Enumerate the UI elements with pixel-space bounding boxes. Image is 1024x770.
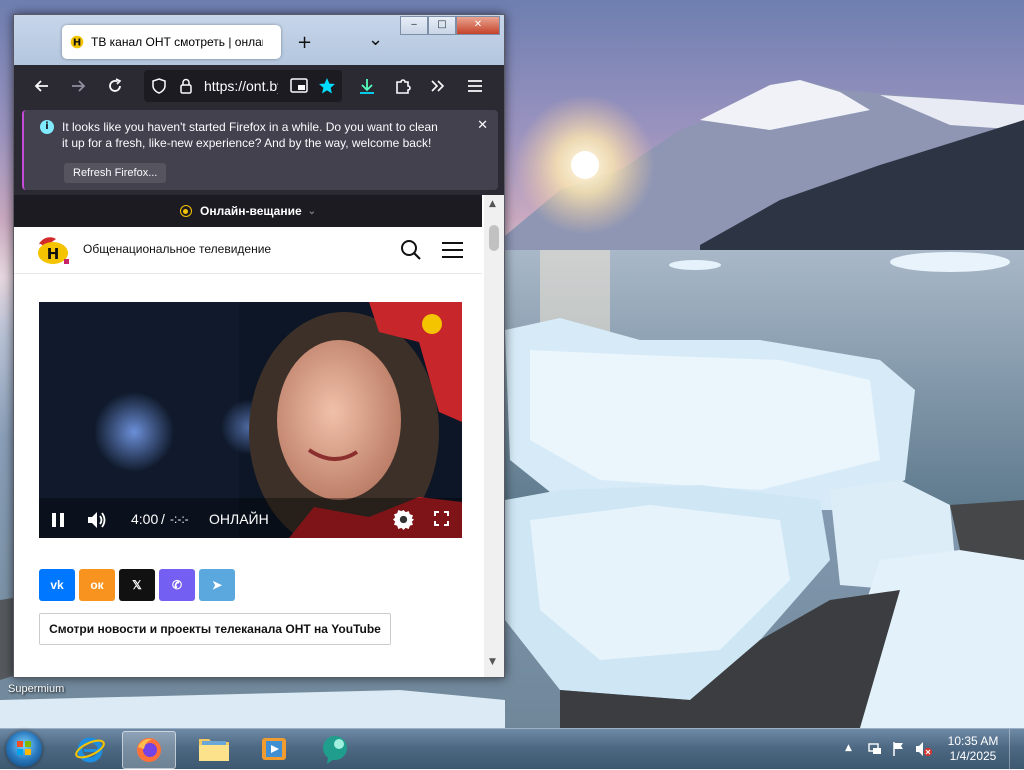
hamburger-menu-icon[interactable] bbox=[465, 76, 485, 96]
taskbar-media-player[interactable] bbox=[248, 731, 300, 767]
extensions-puzzle-icon[interactable] bbox=[393, 76, 413, 96]
live-indicator-icon bbox=[179, 205, 192, 217]
live-status: ОНЛАЙН bbox=[209, 511, 269, 527]
youtube-link-button[interactable]: Смотри новости и проекты телеканала ОНТ … bbox=[39, 613, 391, 645]
share-telegram-button[interactable]: ➤ bbox=[199, 569, 235, 601]
ont-favicon-icon: Н bbox=[70, 35, 84, 49]
windows-logo-icon bbox=[17, 741, 31, 755]
close-window-button[interactable]: ✕ bbox=[456, 16, 500, 35]
url-text[interactable]: https://ont.by bbox=[204, 78, 278, 94]
picture-in-picture-icon[interactable] bbox=[290, 78, 308, 94]
taskbar-firefox[interactable] bbox=[122, 731, 176, 769]
refresh-notification: i It looks like you haven't started Fire… bbox=[22, 110, 498, 190]
tab-ont[interactable]: Н ТВ канал ОНТ смотреть | онлайн bbox=[62, 25, 281, 59]
maximize-button[interactable]: □ bbox=[428, 16, 456, 35]
duration: -:-:- bbox=[170, 512, 189, 526]
settings-gear-icon[interactable] bbox=[393, 509, 414, 530]
back-arrow-icon[interactable] bbox=[32, 76, 52, 96]
clock-date: 1/4/2025 bbox=[949, 749, 997, 763]
share-viber-button[interactable]: ✆ bbox=[159, 569, 195, 601]
nav-toolbar: https://ont.by bbox=[14, 65, 504, 107]
share-buttons: vk ок 𝕏 ✆ ➤ bbox=[39, 569, 235, 601]
network-icon[interactable] bbox=[867, 741, 883, 757]
x-icon: 𝕏 bbox=[132, 578, 142, 592]
internet-explorer-icon bbox=[75, 737, 105, 763]
title-bar[interactable]: ‒ □ ✕ Н ТВ канал ОНТ смотреть | онлайн +… bbox=[14, 15, 504, 65]
system-clock[interactable]: 10:35 AM 1/4/2025 bbox=[945, 734, 1001, 764]
close-notification-icon[interactable]: ✕ bbox=[477, 118, 488, 133]
scroll-thumb[interactable] bbox=[489, 225, 499, 251]
time-separator: / bbox=[161, 511, 165, 527]
start-button[interactable] bbox=[6, 731, 42, 767]
refresh-firefox-button[interactable]: Refresh Firefox... bbox=[64, 163, 167, 183]
notification-area: i It looks like you haven't started Fire… bbox=[14, 107, 504, 195]
action-center-flag-icon[interactable] bbox=[892, 741, 906, 757]
page-scrollbar[interactable]: ▲ ▼ bbox=[484, 195, 504, 677]
forward-arrow-icon[interactable] bbox=[68, 76, 88, 96]
url-bar[interactable]: https://ont.by bbox=[144, 70, 342, 102]
telegram-icon: ➤ bbox=[211, 578, 223, 592]
scroll-down-icon[interactable]: ▼ bbox=[489, 657, 496, 667]
folder-icon bbox=[199, 739, 229, 761]
fullscreen-icon[interactable] bbox=[434, 511, 449, 526]
chevron-down-icon: ⌄ bbox=[307, 205, 317, 217]
share-vk-button[interactable]: vk bbox=[39, 569, 75, 601]
tab-list-button[interactable]: ⌄ bbox=[368, 29, 383, 50]
firefox-window: ‒ □ ✕ Н ТВ канал ОНТ смотреть | онлайн +… bbox=[13, 14, 505, 678]
taskbar-file-explorer[interactable] bbox=[188, 731, 240, 767]
volume-muted-icon[interactable] bbox=[915, 741, 933, 757]
volume-icon[interactable] bbox=[86, 510, 108, 530]
clock-time: 10:35 AM bbox=[947, 734, 999, 748]
info-icon: i bbox=[40, 120, 54, 134]
minimize-button[interactable]: ‒ bbox=[400, 16, 428, 35]
tray-overflow-arrow-icon[interactable]: ▲ bbox=[845, 743, 852, 753]
svg-text:Н: Н bbox=[73, 38, 81, 49]
viber-icon: ✆ bbox=[171, 578, 183, 592]
search-icon[interactable] bbox=[400, 239, 422, 261]
taskbar-messenger-app[interactable] bbox=[310, 731, 362, 767]
lock-icon[interactable] bbox=[178, 77, 194, 95]
tracking-shield-icon[interactable] bbox=[150, 77, 168, 95]
scroll-up-icon[interactable]: ▲ bbox=[489, 199, 496, 209]
site-name: Общенациональное телевидение bbox=[83, 242, 272, 256]
current-time: 4:00 bbox=[131, 511, 159, 527]
overflow-chevrons-icon[interactable] bbox=[428, 76, 448, 96]
pause-icon[interactable] bbox=[51, 512, 65, 528]
bookmark-star-icon[interactable] bbox=[318, 77, 336, 95]
notification-message: It looks like you haven't started Firefo… bbox=[62, 120, 438, 150]
downloads-icon[interactable] bbox=[357, 76, 377, 96]
new-tab-button[interactable]: + bbox=[297, 32, 312, 53]
reload-icon[interactable] bbox=[105, 76, 125, 96]
window-controls: ‒ □ ✕ bbox=[400, 16, 500, 35]
firefox-icon bbox=[137, 738, 161, 762]
menu-icon[interactable] bbox=[441, 240, 464, 260]
svg-text:Н: Н bbox=[47, 245, 60, 263]
show-desktop-button[interactable] bbox=[1009, 729, 1024, 769]
share-ok-button[interactable]: ок bbox=[79, 569, 115, 601]
video-controls: 4:00 / -:-:- ОНЛАЙН bbox=[39, 498, 462, 538]
media-player-icon bbox=[262, 738, 286, 760]
tab-title: ТВ канал ОНТ смотреть | онлайн bbox=[91, 35, 263, 49]
taskbar-internet-explorer[interactable] bbox=[64, 731, 116, 767]
taskbar: ▲ 10:35 AM 1/4/2025 bbox=[0, 728, 1024, 769]
video-player[interactable]: 4:00 / -:-:- ОНЛАЙН bbox=[39, 302, 462, 538]
vk-icon: vk bbox=[50, 578, 64, 592]
desktop-icon-supermium[interactable]: Supermium bbox=[8, 683, 64, 695]
web-page: Онлайн-вещание ⌄ Н Общенациональное теле… bbox=[14, 195, 504, 677]
site-header: Н Общенациональное телевидение bbox=[14, 227, 482, 274]
messenger-bubble-icon bbox=[323, 736, 347, 764]
live-broadcast-bar[interactable]: Онлайн-вещание ⌄ bbox=[14, 195, 482, 227]
ont-logo[interactable]: Н bbox=[34, 233, 72, 267]
share-x-button[interactable]: 𝕏 bbox=[119, 569, 155, 601]
ok-icon: ок bbox=[90, 578, 104, 592]
live-label: Онлайн-вещание bbox=[199, 204, 302, 218]
